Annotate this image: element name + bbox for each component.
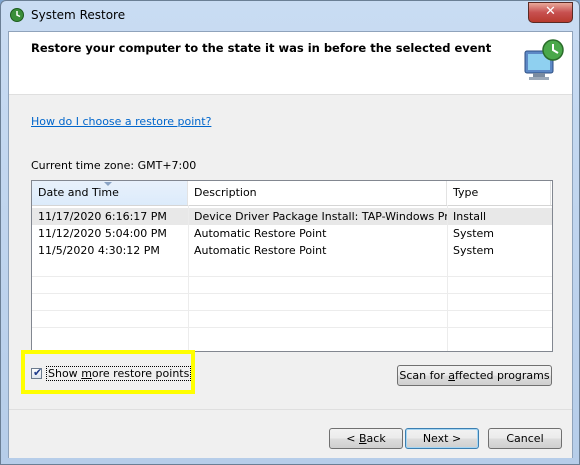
row-divider — [32, 293, 552, 294]
row-date: 11/5/2020 4:30:12 PM — [38, 244, 160, 257]
row-divider — [32, 276, 552, 277]
cancel-button[interactable]: Cancel — [488, 428, 562, 449]
system-restore-window: System Restore ✕ Restore your computer t… — [0, 0, 580, 465]
close-button[interactable]: ✕ — [528, 2, 573, 23]
row-type: System — [453, 244, 495, 257]
column-header-description-label: Description — [194, 186, 257, 199]
column-header-type[interactable]: Type — [447, 181, 551, 205]
column-header-date[interactable]: Date and Time — [32, 181, 188, 205]
row-description: Automatic Restore Point — [194, 227, 327, 240]
help-link[interactable]: How do I choose a restore point? — [31, 115, 211, 128]
back-button-accel: B — [359, 432, 367, 445]
header-band: Restore your computer to the state it wa… — [9, 32, 572, 95]
row-date: 11/12/2020 5:04:00 PM — [38, 227, 167, 240]
scan-button-accel: a — [448, 369, 455, 382]
column-divider — [188, 205, 189, 351]
dialog-client-area: Restore your computer to the state it wa… — [8, 31, 573, 458]
window-title: System Restore — [31, 8, 126, 22]
row-divider — [32, 327, 552, 328]
row-description: Device Driver Package Install: TAP-Windo… — [194, 210, 447, 223]
sort-arrow-icon — [104, 182, 112, 186]
table-row[interactable]: 11/17/2020 6:16:17 PM Device Driver Pack… — [32, 208, 552, 225]
table-row[interactable]: 11/12/2020 5:04:00 PM Automatic Restore … — [32, 225, 552, 242]
table-row[interactable]: 11/5/2020 4:30:12 PM Automatic Restore P… — [32, 242, 552, 259]
system-restore-computer-icon — [524, 39, 564, 80]
system-restore-icon — [10, 8, 24, 22]
scan-button-post: ffected programs — [454, 369, 550, 382]
column-header-type-label: Type — [453, 186, 479, 199]
column-header-description[interactable]: Description — [188, 181, 447, 205]
back-button-pre: < — [346, 432, 359, 445]
footer-bar: < Back Next > Cancel — [9, 409, 572, 458]
list-header: Date and Time Description Type — [32, 181, 552, 206]
next-button[interactable]: Next > — [405, 428, 479, 449]
row-divider — [32, 310, 552, 311]
checkbox-box[interactable]: ✔ — [31, 366, 43, 379]
timezone-label: Current time zone: GMT+7:00 — [31, 159, 197, 172]
back-button-post: ack — [366, 432, 386, 445]
scan-affected-programs-button[interactable]: Scan for affected programs — [397, 365, 552, 386]
row-type: System — [453, 227, 495, 240]
back-button[interactable]: < Back — [329, 428, 403, 449]
checkbox-label[interactable]: Show more restore points — [46, 366, 192, 381]
title-bar[interactable]: System Restore ✕ — [1, 1, 579, 31]
row-date: 11/17/2020 6:16:17 PM — [38, 210, 167, 223]
checkbox-label-post: ore restore points — [91, 367, 190, 380]
column-divider — [447, 205, 448, 351]
checkbox-label-accel: m — [81, 367, 92, 380]
page-title: Restore your computer to the state it wa… — [31, 41, 492, 55]
checkbox-label-pre: Show — [48, 367, 82, 380]
row-description: Automatic Restore Point — [194, 244, 327, 257]
column-header-date-label: Date and Time — [38, 186, 119, 199]
scan-button-pre: Scan for — [399, 369, 449, 382]
checkmark-icon: ✔ — [33, 366, 43, 379]
row-type: Install — [453, 210, 487, 223]
restore-points-list[interactable]: Date and Time Description Type 11/17/202… — [31, 180, 553, 352]
